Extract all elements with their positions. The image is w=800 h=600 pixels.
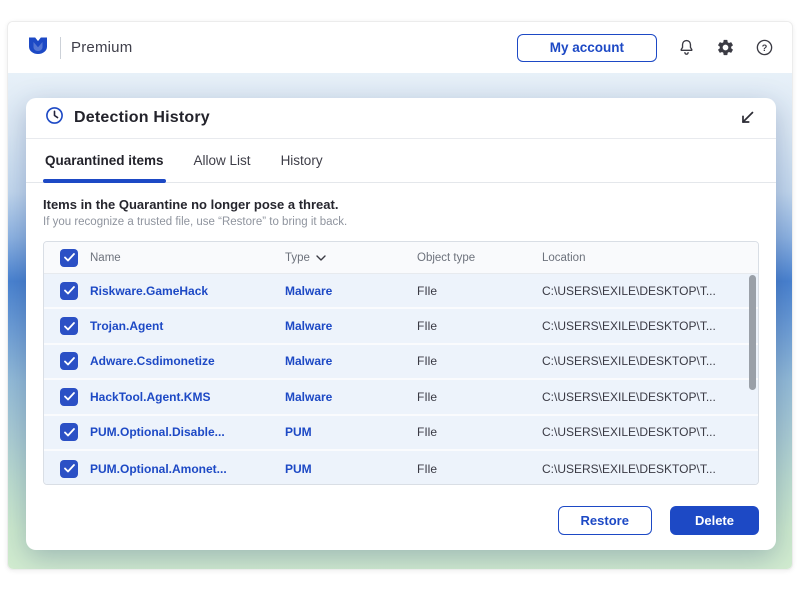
table-body: Riskware.GameHack Malware FIle C:\USERS\…	[44, 274, 758, 485]
tab-allow-list[interactable]: Allow List	[192, 139, 253, 182]
row-checkbox[interactable]	[60, 423, 78, 441]
footer-actions: Restore Delete	[558, 506, 759, 535]
row-name: Adware.Csdimonetize	[90, 354, 285, 368]
row-name: PUM.Optional.Amonet...	[90, 462, 285, 476]
row-object-type: FIle	[417, 354, 542, 368]
row-checkbox[interactable]	[60, 317, 78, 335]
column-header-type[interactable]: Type	[285, 252, 417, 264]
row-location: C:\USERS\EXILE\DESKTOP\T...	[542, 354, 758, 368]
app-window: Premium My account ? Detection History	[7, 21, 793, 570]
brand-name: Premium	[71, 39, 132, 56]
row-location: C:\USERS\EXILE\DESKTOP\T...	[542, 319, 758, 333]
row-type: PUM	[285, 425, 417, 439]
my-account-button[interactable]: My account	[517, 34, 657, 62]
row-location: C:\USERS\EXILE\DESKTOP\T...	[542, 390, 758, 404]
quarantine-table: Name Type Object type Location Riskware.…	[43, 241, 759, 485]
card-header: Detection History	[26, 98, 776, 139]
select-all-checkbox[interactable]	[60, 249, 78, 267]
row-checkbox[interactable]	[60, 388, 78, 406]
description-block: Items in the Quarantine no longer pose a…	[26, 183, 776, 228]
row-location: C:\USERS\EXILE\DESKTOP\T...	[542, 425, 758, 439]
row-object-type: FIle	[417, 319, 542, 333]
row-type: Malware	[285, 390, 417, 404]
topbar-actions: My account ?	[517, 34, 774, 62]
row-location: C:\USERS\EXILE\DESKTOP\T...	[542, 462, 758, 476]
row-location: C:\USERS\EXILE\DESKTOP\T...	[542, 284, 758, 298]
row-object-type: FIle	[417, 462, 542, 476]
description-subtext: If you recognize a trusted file, use “Re…	[43, 216, 759, 228]
row-checkbox[interactable]	[60, 282, 78, 300]
column-header-location: Location	[542, 252, 758, 264]
table-row: Trojan.Agent Malware FIle C:\USERS\EXILE…	[44, 309, 758, 344]
row-checkbox[interactable]	[60, 352, 78, 370]
brand: Premium	[26, 33, 132, 62]
help-icon[interactable]: ?	[754, 38, 774, 58]
detection-history-card: Detection History Quarantined items Allo…	[26, 98, 776, 550]
page-title: Detection History	[74, 109, 210, 127]
row-name: Riskware.GameHack	[90, 284, 285, 298]
delete-button[interactable]: Delete	[670, 506, 759, 535]
malwarebytes-logo-icon	[26, 33, 50, 62]
table-row: Riskware.GameHack Malware FIle C:\USERS\…	[44, 274, 758, 309]
tab-bar: Quarantined items Allow List History	[26, 139, 776, 183]
chevron-down-icon	[316, 255, 326, 261]
row-object-type: FIle	[417, 284, 542, 298]
description-text: Items in the Quarantine no longer pose a…	[43, 197, 759, 212]
table-row: PUM.Optional.Amonet... PUM FIle C:\USERS…	[44, 451, 758, 485]
row-type: Malware	[285, 319, 417, 333]
table-row: Adware.Csdimonetize Malware FIle C:\USER…	[44, 345, 758, 380]
tab-quarantined-items[interactable]: Quarantined items	[43, 139, 166, 182]
column-header-name: Name	[90, 252, 285, 264]
table-scrollbar-thumb[interactable]	[749, 275, 756, 390]
svg-text:?: ?	[761, 43, 767, 53]
brand-divider	[60, 37, 61, 59]
table-row: HackTool.Agent.KMS Malware FIle C:\USERS…	[44, 380, 758, 415]
row-object-type: FIle	[417, 390, 542, 404]
gear-icon[interactable]	[715, 38, 735, 58]
row-name: HackTool.Agent.KMS	[90, 390, 285, 404]
row-name: Trojan.Agent	[90, 319, 285, 333]
row-name: PUM.Optional.Disable...	[90, 425, 285, 439]
column-header-object-type: Object type	[417, 252, 542, 264]
restore-button[interactable]: Restore	[558, 506, 652, 535]
row-type: Malware	[285, 354, 417, 368]
tab-history[interactable]: History	[279, 139, 325, 182]
collapse-arrow-icon[interactable]	[737, 108, 757, 128]
clock-icon	[45, 106, 64, 130]
row-checkbox[interactable]	[60, 460, 78, 478]
row-type: Malware	[285, 284, 417, 298]
row-object-type: FIle	[417, 425, 542, 439]
topbar: Premium My account ?	[8, 22, 792, 73]
bell-icon[interactable]	[676, 38, 696, 58]
table-row: PUM.Optional.Disable... PUM FIle C:\USER…	[44, 416, 758, 451]
row-type: PUM	[285, 462, 417, 476]
table-header: Name Type Object type Location	[44, 242, 758, 274]
